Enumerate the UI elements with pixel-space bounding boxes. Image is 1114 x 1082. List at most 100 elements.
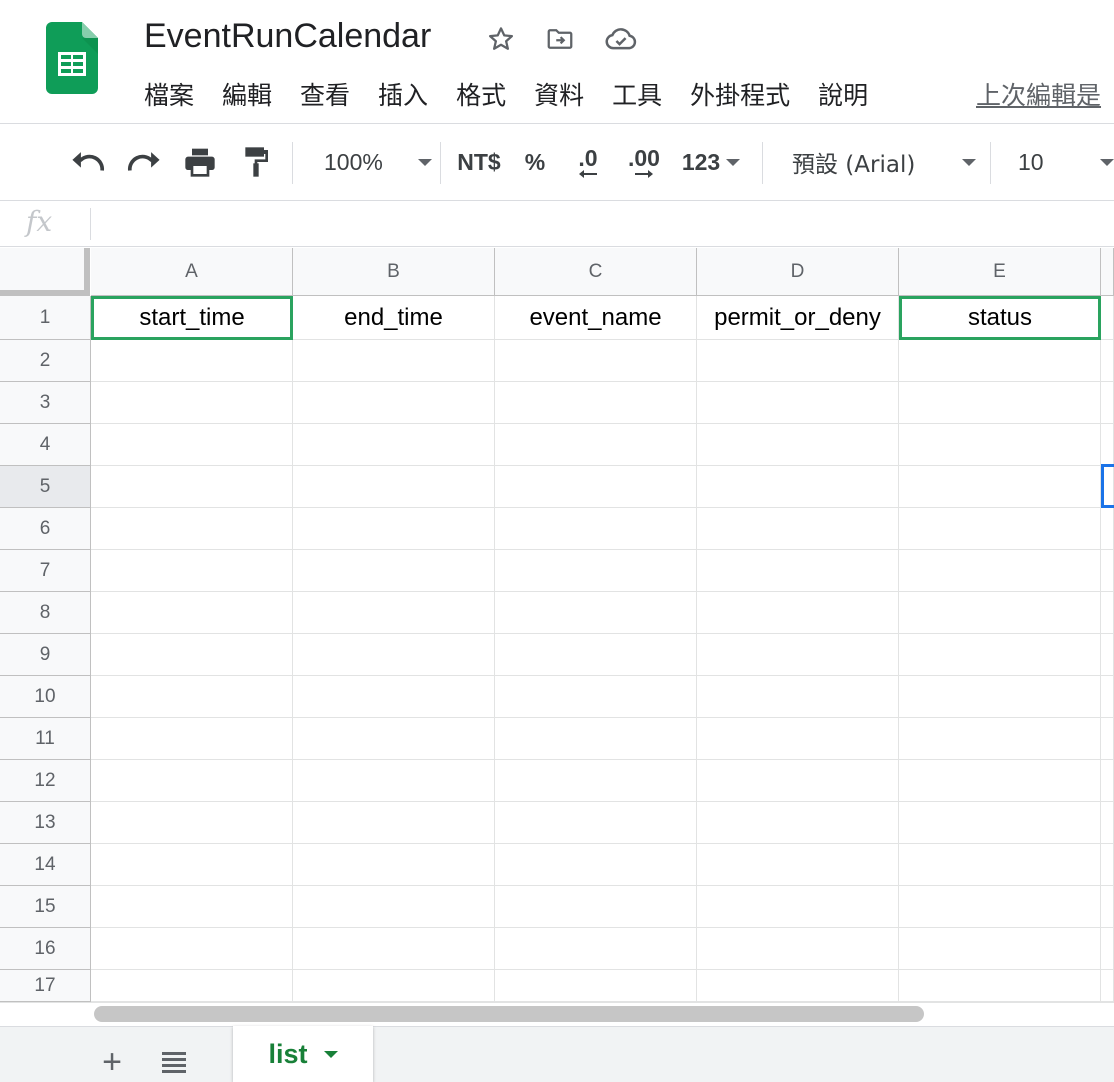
row-header-5[interactable]: 5 <box>0 466 91 508</box>
cell-e2[interactable] <box>899 340 1101 382</box>
move-to-folder-icon[interactable] <box>543 22 577 56</box>
zoom-select[interactable]: 100% <box>312 124 432 200</box>
cell-c8[interactable] <box>495 592 697 634</box>
cell-b9[interactable] <box>293 634 495 676</box>
cell-b1[interactable]: end_time <box>293 296 495 340</box>
cell-partial[interactable] <box>1101 760 1114 802</box>
cell-partial[interactable] <box>1101 634 1114 676</box>
row-header-2[interactable]: 2 <box>0 340 91 382</box>
formula-input[interactable] <box>100 202 1100 246</box>
cell-e15[interactable] <box>899 886 1101 928</box>
menu-tools[interactable]: 工具 <box>598 76 676 116</box>
cell-c14[interactable] <box>495 844 697 886</box>
cell-d15[interactable] <box>697 886 899 928</box>
cell-d3[interactable] <box>697 382 899 424</box>
cell-a2[interactable] <box>91 340 293 382</box>
cell-a7[interactable] <box>91 550 293 592</box>
row-header-4[interactable]: 4 <box>0 424 91 466</box>
cell-a17[interactable] <box>91 970 293 1002</box>
cell-d12[interactable] <box>697 760 899 802</box>
cell-partial[interactable] <box>1101 550 1114 592</box>
increase-decimal-button[interactable]: .00 <box>620 124 668 200</box>
column-header-c[interactable]: C <box>495 248 697 296</box>
cell-partial[interactable] <box>1101 844 1114 886</box>
cell-partial[interactable] <box>1101 508 1114 550</box>
cell-a10[interactable] <box>91 676 293 718</box>
last-edit-link[interactable]: 上次編輯是 <box>976 76 1101 116</box>
cell-b6[interactable] <box>293 508 495 550</box>
cell-c9[interactable] <box>495 634 697 676</box>
cloud-saved-icon[interactable] <box>604 22 638 56</box>
cell-e3[interactable] <box>899 382 1101 424</box>
cell-partial[interactable] <box>1101 296 1114 340</box>
cell-partial[interactable] <box>1101 718 1114 760</box>
cell-partial[interactable] <box>1101 424 1114 466</box>
cell-partial[interactable] <box>1101 970 1114 1002</box>
cell-b15[interactable] <box>293 886 495 928</box>
font-family-select[interactable]: 預設 (Arial) <box>780 124 976 200</box>
cell-a1[interactable]: start_time <box>91 296 293 340</box>
decrease-decimal-button[interactable]: .0 <box>566 124 610 200</box>
cell-c6[interactable] <box>495 508 697 550</box>
menu-view[interactable]: 查看 <box>286 76 364 116</box>
cell-b17[interactable] <box>293 970 495 1002</box>
row-header-13[interactable]: 13 <box>0 802 91 844</box>
document-title[interactable]: EventRunCalendar <box>144 14 431 58</box>
cell-e11[interactable] <box>899 718 1101 760</box>
font-size-select[interactable]: 10 <box>1000 124 1114 200</box>
cell-c4[interactable] <box>495 424 697 466</box>
cell-d16[interactable] <box>697 928 899 970</box>
cell-d11[interactable] <box>697 718 899 760</box>
cell-b13[interactable] <box>293 802 495 844</box>
freeze-column-handle[interactable] <box>84 248 90 296</box>
column-header-d[interactable]: D <box>697 248 899 296</box>
cell-d5[interactable] <box>697 466 899 508</box>
cell-d1[interactable]: permit_or_deny <box>697 296 899 340</box>
cell-d17[interactable] <box>697 970 899 1002</box>
cell-b16[interactable] <box>293 928 495 970</box>
cell-a14[interactable] <box>91 844 293 886</box>
column-header-b[interactable]: B <box>293 248 495 296</box>
menu-insert[interactable]: 插入 <box>364 76 442 116</box>
cell-c17[interactable] <box>495 970 697 1002</box>
cell-c12[interactable] <box>495 760 697 802</box>
more-formats-button[interactable]: 123 <box>676 124 746 200</box>
cell-d7[interactable] <box>697 550 899 592</box>
cell-e1[interactable]: status <box>899 296 1101 340</box>
menu-edit[interactable]: 編輯 <box>208 76 286 116</box>
cell-b8[interactable] <box>293 592 495 634</box>
menu-data[interactable]: 資料 <box>520 76 598 116</box>
cell-b2[interactable] <box>293 340 495 382</box>
row-header-11[interactable]: 11 <box>0 718 91 760</box>
cell-d8[interactable] <box>697 592 899 634</box>
cell-e14[interactable] <box>899 844 1101 886</box>
cell-b12[interactable] <box>293 760 495 802</box>
cell-c2[interactable] <box>495 340 697 382</box>
row-header-6[interactable]: 6 <box>0 508 91 550</box>
row-header-9[interactable]: 9 <box>0 634 91 676</box>
row-header-12[interactable]: 12 <box>0 760 91 802</box>
column-header-partial[interactable] <box>1101 248 1114 296</box>
cell-a12[interactable] <box>91 760 293 802</box>
sheet-tab-list[interactable]: list <box>233 1026 373 1082</box>
cell-partial[interactable] <box>1101 802 1114 844</box>
cell-d4[interactable] <box>697 424 899 466</box>
cell-a13[interactable] <box>91 802 293 844</box>
cell-e12[interactable] <box>899 760 1101 802</box>
cell-c1[interactable]: event_name <box>495 296 697 340</box>
cell-a9[interactable] <box>91 634 293 676</box>
cell-e9[interactable] <box>899 634 1101 676</box>
sheets-logo-icon[interactable] <box>46 22 98 94</box>
cell-e6[interactable] <box>899 508 1101 550</box>
cell-partial[interactable] <box>1101 382 1114 424</box>
row-header-7[interactable]: 7 <box>0 550 91 592</box>
cell-e17[interactable] <box>899 970 1101 1002</box>
add-sheet-icon[interactable]: + <box>96 1045 128 1079</box>
row-header-8[interactable]: 8 <box>0 592 91 634</box>
cell-c7[interactable] <box>495 550 697 592</box>
print-icon[interactable] <box>178 124 222 200</box>
cell-c5[interactable] <box>495 466 697 508</box>
row-header-14[interactable]: 14 <box>0 844 91 886</box>
cell-partial[interactable] <box>1101 886 1114 928</box>
row-header-10[interactable]: 10 <box>0 676 91 718</box>
